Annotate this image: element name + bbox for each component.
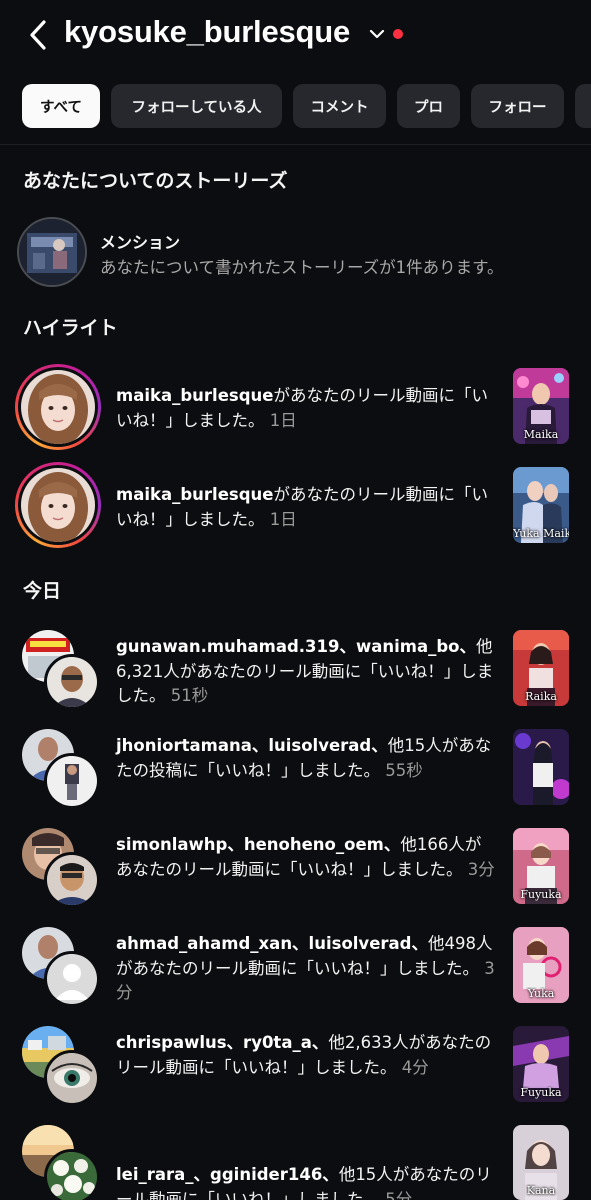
mention-avatar[interactable] — [17, 217, 87, 287]
avatar-pair[interactable] — [22, 1125, 102, 1200]
post-thumbnail[interactable]: Fuyuka — [513, 828, 569, 904]
story-ring-avatar[interactable] — [15, 462, 101, 548]
tab-more[interactable] — [575, 84, 591, 128]
notification-text[interactable]: simonlawhp、henoheno_oem、他166人があなたのリール動画に… — [116, 833, 496, 882]
tab-follows[interactable]: フォロー — [471, 84, 564, 128]
timestamp: 1日 — [269, 410, 297, 430]
top-bar: kyosuke_burlesque — [0, 0, 591, 72]
timestamp: 3分 — [467, 859, 495, 879]
thumbnail-caption: Yuka Maika — [513, 527, 569, 540]
back-chevron-icon[interactable] — [26, 18, 50, 52]
notification-text[interactable]: maika_burlesqueがあなたのリール動画に「いいね！」しました。 1日 — [116, 384, 496, 433]
tab-all[interactable]: すべて — [22, 84, 100, 128]
usernames[interactable]: gunawan.muhamad.319、wanima_bo、 — [116, 637, 476, 656]
default-avatar-icon — [44, 951, 100, 1007]
mention-title[interactable]: メンション — [100, 229, 180, 253]
avatar — [44, 654, 100, 710]
post-thumbnail[interactable]: Raika — [513, 630, 569, 706]
notification-text[interactable]: lei_rara_、gginider146、他15人があなたのリール動画に「いい… — [116, 1163, 496, 1200]
avatar-pair[interactable] — [22, 828, 102, 908]
avatar — [44, 1050, 100, 1106]
divider — [0, 144, 591, 145]
notification-text[interactable]: ahmad_ahamd_xan、luisolverad、他498人があなたのリー… — [116, 932, 496, 1006]
post-thumbnail[interactable]: Fuyuka — [513, 1026, 569, 1102]
thumbnail-caption: Kana — [526, 1184, 556, 1197]
thumbnail-caption: Yuka — [527, 987, 555, 1000]
avatar — [44, 1149, 100, 1200]
mention-subtitle: あなたについて書かれたストーリーズが1件あります。 — [100, 258, 504, 277]
account-title[interactable]: kyosuke_burlesque — [64, 14, 350, 50]
avatar — [44, 852, 100, 908]
stories-section-title: あなたについてのストーリーズ — [23, 170, 288, 192]
thumbnail-caption: Maika — [523, 428, 559, 441]
avatar-pair[interactable] — [22, 927, 102, 1007]
usernames[interactable]: simonlawhp、henoheno_oem、 — [116, 835, 400, 854]
post-thumbnail[interactable]: Yuka Maika — [513, 467, 569, 543]
timestamp: 55秒 — [385, 760, 423, 780]
thumbnail-caption: Fuyuka — [520, 888, 562, 901]
story-ring-avatar[interactable] — [15, 364, 101, 450]
highlight-section-title: ハイライト — [23, 317, 118, 339]
post-thumbnail[interactable]: Maika — [513, 368, 569, 444]
notification-text[interactable]: maika_burlesqueがあなたのリール動画に「いいね！」しました。 1日 — [116, 483, 496, 532]
post-thumbnail[interactable] — [513, 729, 569, 805]
user-photo — [21, 468, 95, 542]
timestamp: 51秒 — [170, 686, 209, 705]
notification-text[interactable]: jhoniortamana、luisolverad、他15人があなたの投稿に「い… — [116, 734, 496, 783]
post-thumbnail[interactable]: Yuka — [513, 927, 569, 1003]
username[interactable]: maika_burlesque — [116, 485, 273, 504]
usernames[interactable]: jhoniortamana、luisolverad、 — [116, 736, 388, 755]
timestamp: 5分 — [385, 1189, 413, 1200]
timestamp: 4分 — [401, 1057, 429, 1077]
notification-dot — [393, 29, 403, 39]
avatar-pair[interactable] — [22, 729, 102, 809]
user-photo — [21, 370, 95, 444]
notification-text[interactable]: chrispawlus、ry0ta_a、他2,633人があなたのリール動画に「い… — [116, 1031, 496, 1080]
filter-tabs: すべて フォローしている人 コメント プロ フォロー — [0, 84, 591, 128]
thumbnail-caption: Raika — [525, 690, 557, 703]
usernames[interactable]: lei_rara_、gginider146、 — [116, 1165, 339, 1184]
tab-following[interactable]: フォローしている人 — [111, 84, 282, 128]
thumbnail-caption: Fuyuka — [520, 1086, 562, 1099]
avatar-pair[interactable] — [22, 1026, 102, 1106]
avatar-pair[interactable] — [22, 630, 102, 710]
timestamp: 1日 — [269, 509, 297, 529]
post-thumbnail[interactable]: Kana — [513, 1125, 569, 1200]
today-section-title: 今日 — [23, 580, 62, 602]
tab-comments[interactable]: コメント — [293, 84, 386, 128]
tab-pro[interactable]: プロ — [397, 84, 460, 128]
usernames[interactable]: chrispawlus、ry0ta_a、 — [116, 1033, 328, 1052]
avatar — [44, 753, 100, 809]
notification-text[interactable]: gunawan.muhamad.319、wanima_bo、他6,321人があな… — [116, 635, 496, 709]
username[interactable]: maika_burlesque — [116, 386, 273, 405]
chevron-down-icon[interactable] — [369, 27, 385, 41]
usernames[interactable]: ahmad_ahamd_xan、luisolverad、 — [116, 934, 428, 953]
